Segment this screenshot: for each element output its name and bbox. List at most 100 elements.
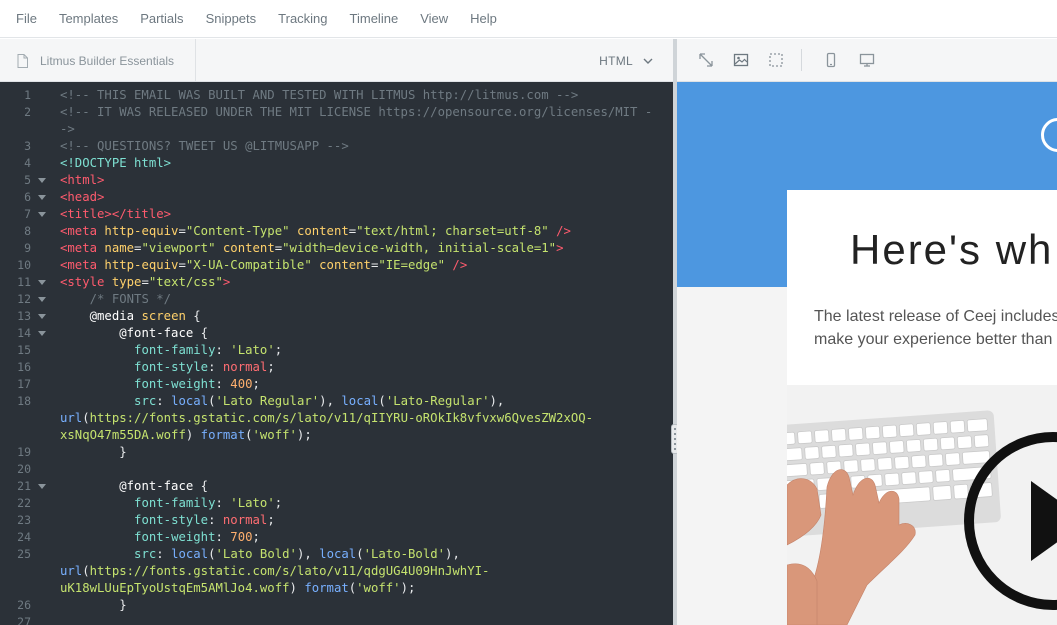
code-line[interactable]: 23 font-style: normal;	[0, 512, 673, 529]
menu-help[interactable]: Help	[470, 11, 497, 26]
keyboard-photo	[787, 385, 1057, 625]
file-tab[interactable]: Litmus Builder Essentials	[0, 39, 196, 82]
fold-arrow-icon[interactable]	[38, 331, 46, 336]
line-number: 19	[17, 445, 31, 459]
code-line[interactable]: 5 <html>	[0, 172, 673, 189]
code-line[interactable]: 3 <!-- QUESTIONS? TWEET US @LITMUSAPP -->	[0, 138, 673, 155]
menu-timeline[interactable]: Timeline	[350, 11, 399, 26]
code-token: :	[215, 530, 231, 544]
menu-snippets[interactable]: Snippets	[206, 11, 257, 26]
code-token: 'Lato Bold'	[215, 547, 297, 561]
code-line[interactable]: 15 font-family: 'Lato';	[0, 342, 673, 359]
code-token: =	[178, 224, 186, 238]
language-select[interactable]: HTML	[599, 39, 653, 82]
code-token: local	[341, 394, 379, 408]
code-line[interactable]: 2 <!-- IT WAS RELEASED UNDER THE MIT LICE…	[0, 104, 673, 121]
code-text: <meta http-equiv="X-UA-Compatible" conte…	[60, 257, 467, 274]
code-line[interactable]: 16 font-style: normal;	[0, 359, 673, 376]
code-line[interactable]: 6 <head>	[0, 189, 673, 206]
code-line[interactable]: 10 <meta http-equiv="X-UA-Compatible" con…	[0, 257, 673, 274]
code-token: xsNqO47m55DA.woff	[60, 428, 186, 442]
fold-arrow-icon[interactable]	[38, 280, 46, 285]
fold-arrow-icon[interactable]	[38, 212, 46, 217]
fold-arrow-icon[interactable]	[38, 484, 46, 489]
code-line[interactable]: 11 <style type="text/css">	[0, 274, 673, 291]
code-line[interactable]: 17 font-weight: 400;	[0, 376, 673, 393]
fold-arrow-icon[interactable]	[38, 314, 46, 319]
fold-arrow-icon[interactable]	[38, 195, 46, 200]
code-line[interactable]: 25 src: local('Lato Bold'), local('Lato-…	[0, 546, 673, 563]
code-line[interactable]: 14 @font-face {	[0, 325, 673, 342]
code-token: }	[60, 445, 127, 459]
select-box-icon[interactable]	[767, 51, 785, 69]
email-preview[interactable]: Here's wh The latest release of Ceej inc…	[677, 82, 1057, 625]
code-line[interactable]: xsNqO47m55DA.woff) format('woff');	[0, 427, 673, 444]
code-line[interactable]: 27	[0, 614, 673, 625]
code-line[interactable]: 19 }	[0, 444, 673, 461]
fold-arrow-icon[interactable]	[38, 178, 46, 183]
code-line[interactable]: ->	[0, 121, 673, 138]
fold-arrow-icon[interactable]	[38, 297, 46, 302]
menu-bar: File Templates Partials Snippets Trackin…	[0, 0, 1057, 38]
code-area[interactable]: 1 <!-- THIS EMAIL WAS BUILT AND TESTED WI…	[0, 82, 673, 625]
code-token: url	[60, 564, 83, 578]
code-token: "Content-Type"	[185, 224, 290, 238]
code-line[interactable]: 21 @font-face {	[0, 478, 673, 495]
code-token: "X-UA-Compatible"	[185, 258, 312, 272]
line-number: 11	[17, 275, 31, 289]
code-token: <meta	[60, 224, 105, 238]
code-token: (	[82, 411, 90, 425]
code-token: (	[245, 428, 253, 442]
code-text: <meta name="viewport" content="width=dev…	[60, 240, 563, 257]
code-line[interactable]: 20	[0, 461, 673, 478]
code-line[interactable]: 8 <meta http-equiv="Content-Type" content…	[0, 223, 673, 240]
menu-templates[interactable]: Templates	[59, 11, 118, 26]
code-token: />	[556, 224, 571, 238]
code-line[interactable]: 22 font-family: 'Lato';	[0, 495, 673, 512]
code-token: local	[171, 547, 209, 561]
code-line[interactable]: url(https://fonts.gstatic.com/s/lato/v11…	[0, 563, 673, 580]
line-number: 9	[24, 241, 31, 255]
code-line[interactable]: 12 /* FONTS */	[0, 291, 673, 308]
hero-card: Here's wh The latest release of Ceej inc…	[787, 190, 1057, 386]
code-token: "text/css"	[148, 275, 223, 289]
expand-icon[interactable]	[697, 51, 715, 69]
code-token: =	[178, 258, 186, 272]
menu-file[interactable]: File	[16, 11, 37, 26]
code-token: font-style	[134, 360, 209, 374]
code-text: <!-- QUESTIONS? TWEET US @LITMUSAPP -->	[60, 138, 349, 155]
code-line[interactable]: 24 font-weight: 700;	[0, 529, 673, 546]
menu-partials[interactable]: Partials	[140, 11, 183, 26]
code-line[interactable]: 9 <meta name="viewport" content="width=de…	[0, 240, 673, 257]
code-line[interactable]: uK18wLUuEpTyoUstqEm5AMlJo4.woff) format(…	[0, 580, 673, 597]
code-text: /* FONTS */	[60, 291, 171, 308]
menu-tracking[interactable]: Tracking	[278, 11, 327, 26]
code-line[interactable]: 1 <!-- THIS EMAIL WAS BUILT AND TESTED WI…	[0, 87, 673, 104]
code-line[interactable]: 18 src: local('Lato Regular'), local('La…	[0, 393, 673, 410]
desktop-icon[interactable]	[858, 51, 876, 69]
video-thumbnail[interactable]	[787, 385, 1057, 625]
code-line[interactable]: 13 @media screen {	[0, 308, 673, 325]
image-icon[interactable]	[732, 51, 750, 69]
line-number: 6	[24, 190, 31, 204]
code-line[interactable]: 7 <title></title>	[0, 206, 673, 223]
mobile-icon[interactable]	[822, 51, 840, 69]
toolbar-divider	[801, 49, 802, 71]
code-line[interactable]: 4 <!DOCTYPE html>	[0, 155, 673, 172]
code-token: http-equiv	[104, 224, 179, 238]
line-number: 26	[17, 598, 31, 612]
code-text: <title></title>	[60, 206, 171, 223]
line-number: 12	[17, 292, 31, 306]
menu-view[interactable]: View	[420, 11, 448, 26]
code-token: format	[200, 428, 246, 442]
code-line[interactable]: url(https://fonts.gstatic.com/s/lato/v11…	[0, 410, 673, 427]
code-line[interactable]: 26 }	[0, 597, 673, 614]
code-token: <title></title>	[60, 207, 172, 221]
code-text: <meta http-equiv="Content-Type" content=…	[60, 223, 571, 240]
code-token: font-family	[134, 496, 216, 510]
code-token: =	[141, 275, 149, 289]
